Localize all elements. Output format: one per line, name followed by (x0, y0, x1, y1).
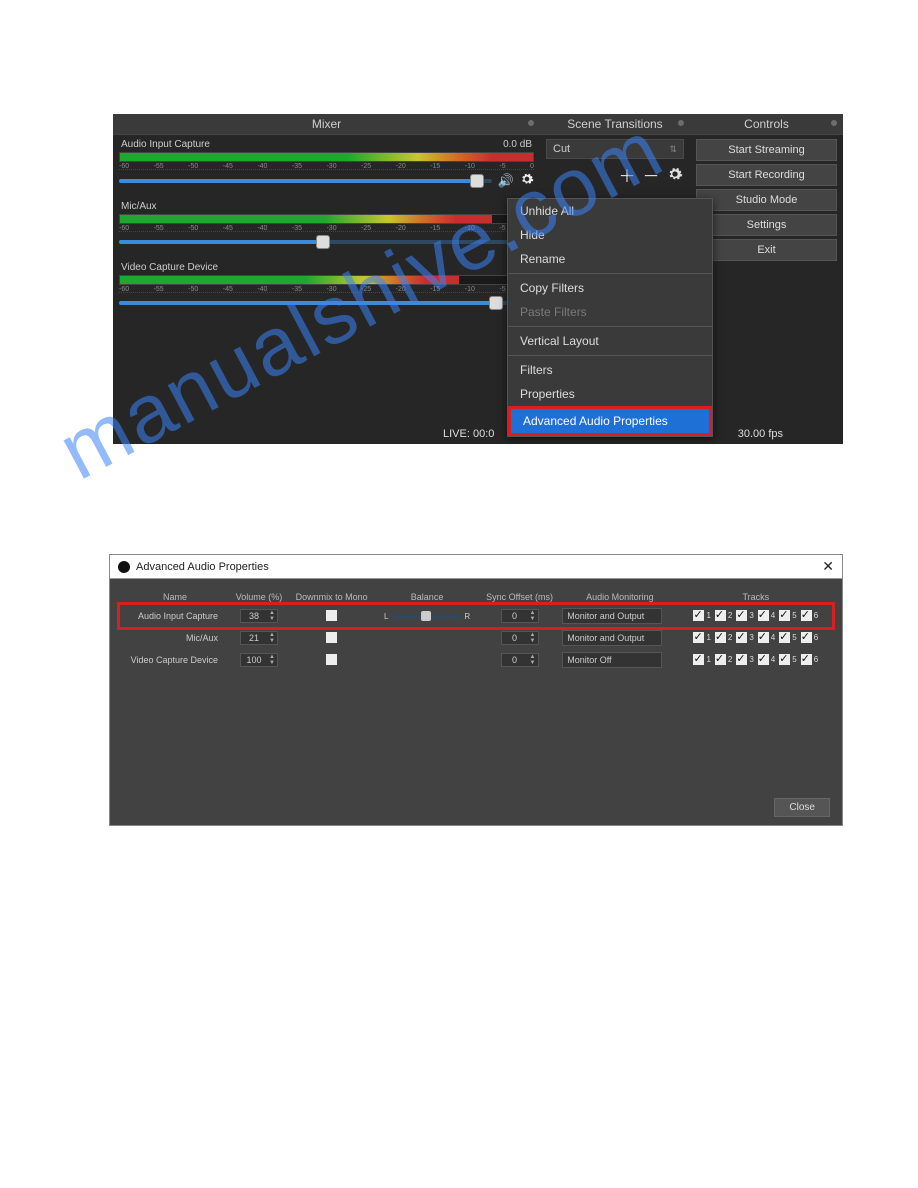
mixer-context-menu: Unhide AllHideRename Copy FiltersPaste Fi… (507, 198, 713, 437)
volume-spinner[interactable]: ▲▼ (240, 631, 278, 645)
track-name: Mic/Aux (121, 201, 157, 212)
track-checkbox[interactable]: 5 (779, 654, 796, 665)
column-header: Balance (375, 589, 479, 605)
volume-slider[interactable] (119, 179, 492, 183)
vu-meter (119, 214, 534, 224)
sync-offset-spinner[interactable]: ▲▼ (501, 653, 539, 667)
mixer-track: Mic/Aux-13. -60-55-50-45-40-35-30-25-20-… (119, 201, 534, 250)
audio-row: Video Capture Device ▲▼ ▲▼ Monitor Off 1… (120, 649, 832, 671)
track-checkbox[interactable]: 1 (693, 654, 710, 665)
track-checkbox[interactable]: 5 (779, 632, 796, 643)
track-checkbox[interactable]: 4 (758, 632, 775, 643)
control-button[interactable]: Exit (696, 239, 837, 261)
track-checkbox[interactable]: 2 (715, 632, 732, 643)
close-button[interactable]: Close (774, 798, 830, 817)
control-button[interactable]: Start Recording (696, 164, 837, 186)
control-button[interactable]: Studio Mode (696, 189, 837, 211)
mono-checkbox[interactable] (326, 654, 337, 665)
control-button[interactable]: Settings (696, 214, 837, 236)
volume-spinner[interactable]: ▲▼ (240, 609, 278, 623)
column-header: Tracks (680, 589, 832, 605)
column-header: Volume (%) (230, 589, 288, 605)
audio-row: Audio Input Capture ▲▼ LR ▲▼ Monitor and… (120, 605, 832, 627)
advanced-audio-properties-window: Advanced Audio Properties ✕ NameVolume (… (109, 554, 843, 826)
track-checkbox[interactable]: 4 (758, 610, 775, 621)
track-checkbox[interactable]: 1 (693, 610, 710, 621)
menu-item: Paste Filters (508, 300, 712, 324)
audio-properties-table: NameVolume (%)Downmix to MonoBalanceSync… (120, 589, 832, 671)
mono-checkbox[interactable] (326, 610, 337, 621)
monitoring-select[interactable]: Monitor and Output (562, 630, 662, 646)
meter-ticks: -60-55-50-45-40-35-30-25-20-15-10-50 (119, 285, 534, 293)
track-checkbox[interactable]: 6 (801, 654, 818, 665)
track-checkbox[interactable]: 3 (736, 654, 753, 665)
obs-logo-icon (118, 561, 130, 573)
obs-main-screenshot: Mixer Audio Input Capture 0.0 dB -60-55-5… (113, 114, 843, 444)
monitoring-select[interactable]: Monitor Off (562, 652, 662, 668)
column-header: Audio Monitoring (560, 589, 679, 605)
track-checkbox[interactable]: 3 (736, 632, 753, 643)
control-button[interactable]: Start Streaming (696, 139, 837, 161)
track-checkbox[interactable]: 5 (779, 610, 796, 621)
mono-checkbox[interactable] (326, 632, 337, 643)
track-checkbox[interactable]: 1 (693, 632, 710, 643)
source-name: Audio Input Capture (120, 605, 230, 627)
mixer-track: Audio Input Capture 0.0 dB -60-55-50-45-4… (119, 139, 534, 189)
column-header: Downmix to Mono (288, 589, 375, 605)
menu-item[interactable]: Unhide All (508, 199, 712, 223)
mixer-panel: Mixer Audio Input Capture 0.0 dB -60-55-5… (113, 114, 540, 444)
track-checkbox[interactable]: 2 (715, 654, 732, 665)
remove-transition-icon[interactable]: － (642, 165, 660, 183)
track-checkbox[interactable]: 3 (736, 610, 753, 621)
gear-icon[interactable] (520, 172, 534, 189)
track-db: 0.0 dB (503, 139, 532, 150)
speaker-icon[interactable]: 🔊 (498, 173, 514, 189)
column-header: Sync Offset (ms) (479, 589, 560, 605)
status-bar: LIVE: 00:0 30.00 fps (113, 428, 843, 440)
volume-slider[interactable] (119, 301, 512, 305)
sync-offset-spinner[interactable]: ▲▼ (501, 631, 539, 645)
menu-item[interactable]: Rename (508, 247, 712, 271)
mixer-track: Video Capture Device0. -60-55-50-45-40-3… (119, 262, 534, 311)
add-transition-icon[interactable]: ＋ (618, 165, 636, 183)
meter-ticks: -60-55-50-45-40-35-30-25-20-15-10-50 (119, 162, 534, 170)
menu-item[interactable]: Copy Filters (508, 276, 712, 300)
menu-item[interactable]: Filters (508, 358, 712, 382)
menu-item[interactable]: Properties (508, 382, 712, 406)
track-name: Audio Input Capture (121, 139, 210, 150)
vu-meter (119, 152, 534, 162)
source-name: Video Capture Device (120, 649, 230, 671)
menu-item[interactable]: Hide (508, 223, 712, 247)
updown-icon: ⇅ (669, 144, 677, 155)
track-checkbox[interactable]: 6 (801, 610, 818, 621)
controls-title: Controls (690, 114, 843, 135)
sync-offset-spinner[interactable]: ▲▼ (501, 609, 539, 623)
window-title-bar: Advanced Audio Properties ✕ (110, 555, 842, 579)
source-name: Mic/Aux (120, 627, 230, 649)
meter-ticks: -60-55-50-45-40-35-30-25-20-15-10-50 (119, 224, 534, 232)
track-checkbox[interactable]: 6 (801, 632, 818, 643)
transitions-title: Scene Transitions (540, 114, 690, 135)
monitoring-select[interactable]: Monitor and Output (562, 608, 662, 624)
track-checkbox[interactable]: 2 (715, 610, 732, 621)
menu-item[interactable]: Advanced Audio Properties (508, 406, 712, 436)
menu-item[interactable]: Vertical Layout (508, 329, 712, 353)
volume-slider[interactable] (119, 240, 512, 244)
audio-row: Mic/Aux ▲▼ ▲▼ Monitor and Output 123456 (120, 627, 832, 649)
column-header: Name (120, 589, 230, 605)
mixer-title: Mixer (113, 114, 540, 135)
volume-spinner[interactable]: ▲▼ (240, 653, 278, 667)
transition-select[interactable]: Cut ⇅ (546, 139, 684, 159)
transition-gear-icon[interactable] (666, 165, 684, 183)
track-checkbox[interactable]: 4 (758, 654, 775, 665)
vu-meter (119, 275, 534, 285)
close-icon[interactable]: ✕ (822, 558, 834, 575)
balance-slider[interactable]: LR (384, 612, 470, 621)
track-name: Video Capture Device (121, 262, 218, 273)
